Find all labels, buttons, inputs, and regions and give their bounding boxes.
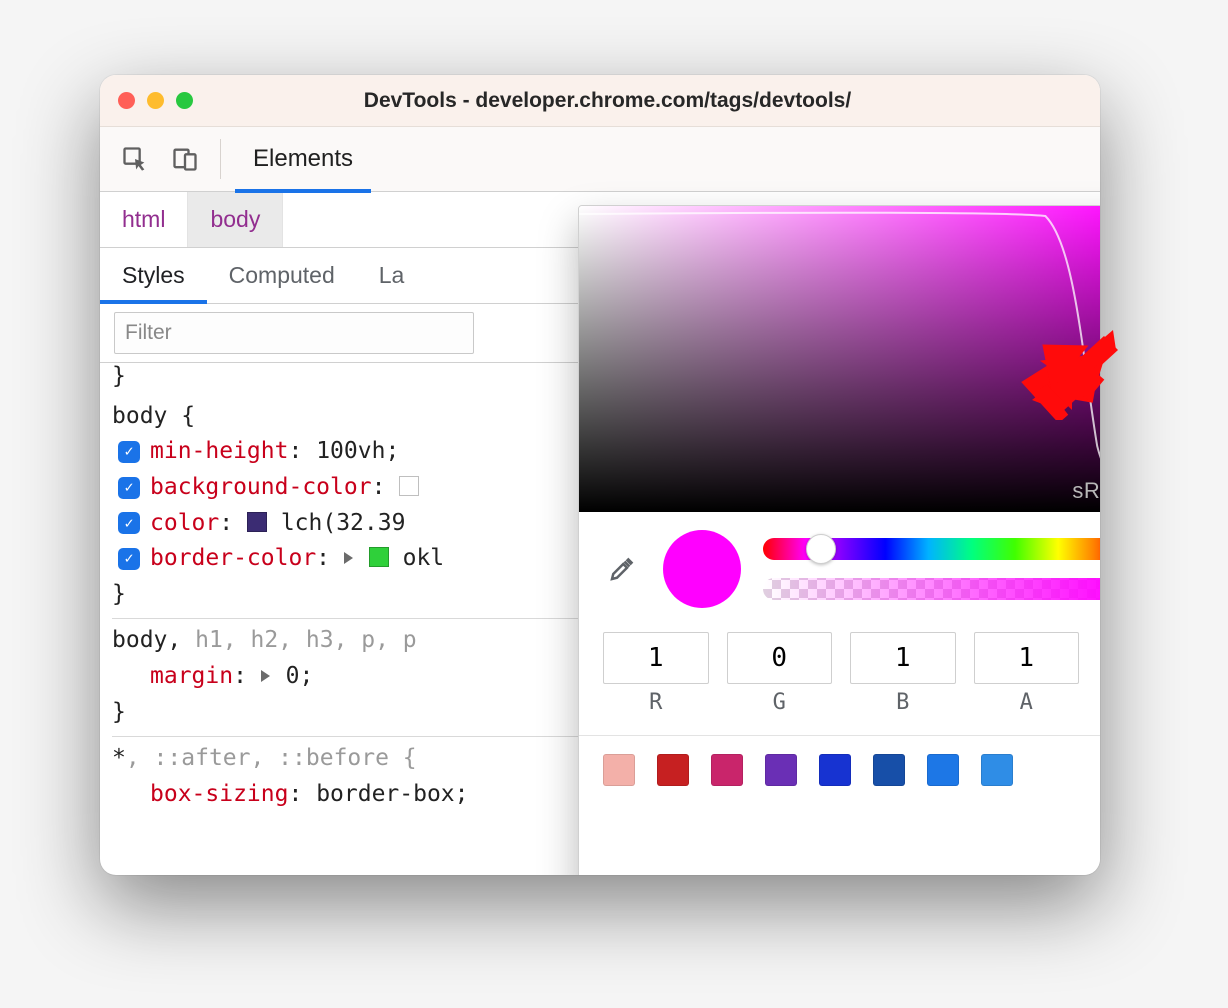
hue-slider[interactable] [763, 538, 1100, 560]
styles-filter-input[interactable] [114, 312, 474, 354]
color-picker-panel: sRGB R [578, 205, 1100, 875]
expand-icon[interactable] [344, 552, 353, 564]
palette-stepper[interactable]: ▲ ▼ [1097, 755, 1100, 785]
input-b-cell: B [850, 632, 956, 715]
input-a-cell: A [974, 632, 1080, 715]
window-minimize-button[interactable] [147, 92, 164, 109]
toolbar-separator [220, 139, 221, 179]
label-b: B [896, 690, 909, 715]
palette-swatch[interactable] [873, 754, 905, 786]
breadcrumb-html[interactable]: html [100, 192, 188, 247]
palette-swatch[interactable] [927, 754, 959, 786]
inspect-icon[interactable] [114, 138, 156, 180]
palette-swatches: ▲ ▼ [579, 736, 1100, 786]
eyedropper-icon[interactable] [603, 550, 641, 588]
format-stepper[interactable]: ▲ ▼ [1097, 632, 1100, 672]
subtab-styles[interactable]: Styles [100, 248, 207, 303]
palette-swatch[interactable] [657, 754, 689, 786]
checkbox-icon[interactable]: ✓ [118, 548, 140, 570]
alpha-slider[interactable] [763, 578, 1100, 600]
subtab-computed[interactable]: Computed [207, 248, 357, 303]
checkbox-icon[interactable]: ✓ [118, 477, 140, 499]
input-g[interactable] [727, 632, 833, 684]
devtools-toolbar: Elements [100, 127, 1100, 192]
label-a: A [1020, 690, 1033, 715]
window-title: DevTools - developer.chrome.com/tags/dev… [193, 89, 1082, 113]
expand-icon[interactable] [261, 670, 270, 682]
palette-swatch[interactable] [981, 754, 1013, 786]
gamut-label: sRGB [1072, 478, 1100, 504]
device-toolbar-icon[interactable] [164, 138, 206, 180]
window-close-button[interactable] [118, 92, 135, 109]
color-swatch[interactable] [247, 512, 267, 532]
checkbox-icon[interactable]: ✓ [118, 441, 140, 463]
palette-swatch[interactable] [711, 754, 743, 786]
picker-controls-row [579, 512, 1100, 618]
input-b[interactable] [850, 632, 956, 684]
current-color-preview [663, 530, 741, 608]
palette-swatch[interactable] [765, 754, 797, 786]
subtab-layout[interactable]: La [357, 248, 427, 303]
input-r-cell: R [603, 632, 709, 715]
rgba-inputs: R G B A ▲ ▼ [579, 618, 1100, 729]
input-g-cell: G [727, 632, 833, 715]
breadcrumb-body[interactable]: body [188, 192, 283, 247]
label-g: G [773, 690, 786, 715]
devtools-window: DevTools - developer.chrome.com/tags/dev… [100, 75, 1100, 875]
gamut-line [579, 206, 1100, 512]
window-maximize-button[interactable] [176, 92, 193, 109]
color-swatch[interactable] [399, 476, 419, 496]
palette-swatch[interactable] [819, 754, 851, 786]
input-a[interactable] [974, 632, 1080, 684]
checkbox-icon[interactable]: ✓ [118, 512, 140, 534]
palette-swatch[interactable] [603, 754, 635, 786]
color-swatch[interactable] [369, 547, 389, 567]
tab-elements[interactable]: Elements [235, 127, 371, 192]
label-r: R [649, 690, 662, 715]
saturation-value-area[interactable]: sRGB [579, 206, 1100, 512]
traffic-lights [118, 92, 193, 109]
window-titlebar: DevTools - developer.chrome.com/tags/dev… [100, 75, 1100, 127]
input-r[interactable] [603, 632, 709, 684]
hue-thumb[interactable] [806, 534, 836, 564]
